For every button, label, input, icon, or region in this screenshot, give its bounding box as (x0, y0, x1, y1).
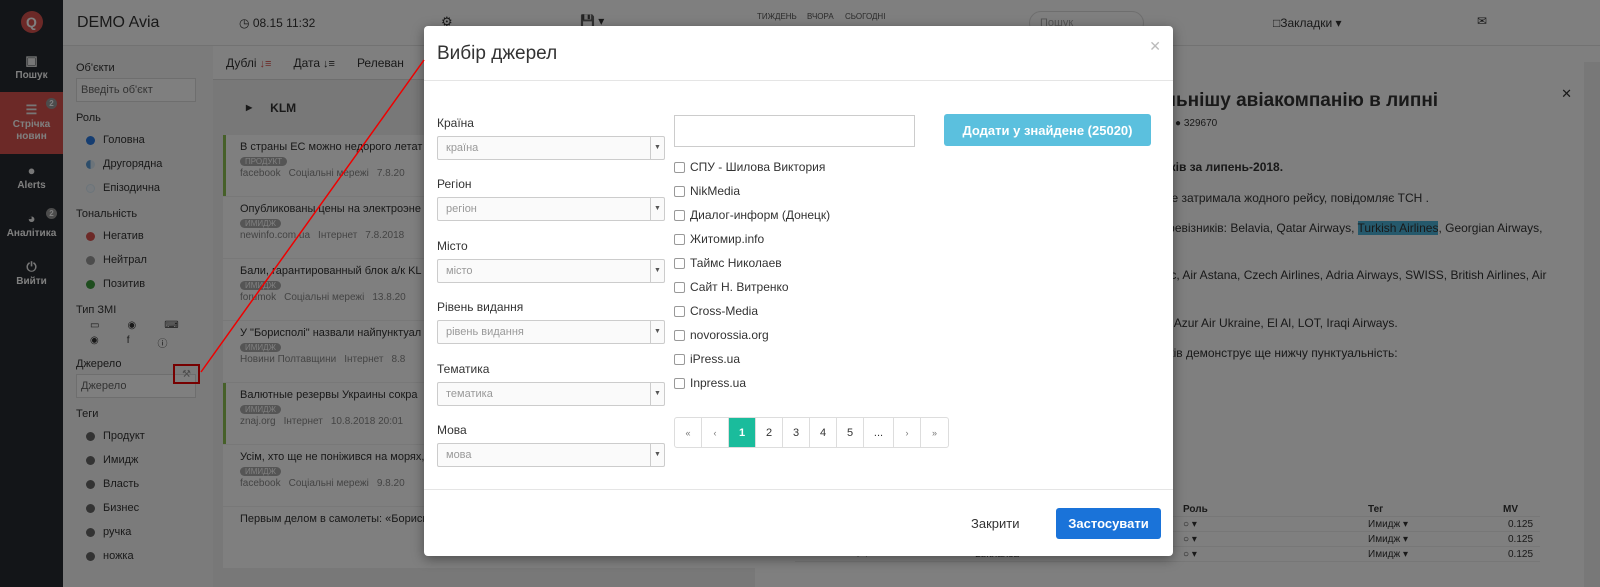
page-3[interactable]: 3 (783, 418, 810, 447)
source-checkbox[interactable]: novorossia.org (674, 328, 769, 342)
source-checkbox[interactable]: Сайт Н. Витренко (674, 280, 789, 294)
page-last[interactable]: » (921, 418, 948, 447)
city-select[interactable]: місто ▼ (437, 259, 665, 283)
source-checkbox[interactable]: NikMedia (674, 184, 740, 198)
language-select[interactable]: мова ▼ (437, 443, 665, 467)
page-1[interactable]: 1 (729, 418, 756, 447)
source-checkbox[interactable]: iPress.ua (674, 352, 740, 366)
caret-down-icon: ▼ (650, 137, 664, 159)
theme-label: Тематика (437, 362, 490, 376)
source-checkbox[interactable]: Inpress.ua (674, 376, 746, 390)
theme-select[interactable]: тематика ▼ (437, 382, 665, 406)
close-icon[interactable]: ✕ (1149, 38, 1161, 55)
modal-footer: Закрити Застосувати (424, 489, 1173, 556)
page-2[interactable]: 2 (756, 418, 783, 447)
source-selection-modal: Вибір джерел ✕ Країна країна ▼ Регіон рег… (424, 26, 1173, 556)
edition-level-select[interactable]: рівень видання ▼ (437, 320, 665, 344)
city-label: Місто (437, 239, 468, 253)
caret-down-icon: ▼ (650, 383, 664, 405)
page-next[interactable]: › (894, 418, 921, 447)
source-search-input[interactable] (674, 115, 915, 147)
source-checkbox[interactable]: Таймс Николаев (674, 256, 782, 270)
pagination: « ‹ 1 2 3 4 5 ... › » (674, 417, 949, 448)
close-button[interactable]: Закрити (971, 508, 1019, 539)
caret-down-icon: ▼ (650, 321, 664, 343)
modal-title: Вибір джерел (437, 43, 558, 64)
page-prev[interactable]: ‹ (702, 418, 729, 447)
source-checkbox[interactable]: Cross-Media (674, 304, 758, 318)
region-select[interactable]: регіон ▼ (437, 197, 665, 221)
country-select[interactable]: країна ▼ (437, 136, 665, 160)
page-4[interactable]: 4 (810, 418, 837, 447)
modal-header: Вибір джерел ✕ (424, 26, 1173, 81)
region-label: Регіон (437, 177, 472, 191)
caret-down-icon: ▼ (650, 198, 664, 220)
caret-down-icon: ▼ (650, 260, 664, 282)
add-to-found-button[interactable]: Додати у знайдене (25020) (944, 114, 1151, 146)
edition-level-label: Рівень видання (437, 300, 524, 314)
source-checkbox[interactable]: Диалог-информ (Донецк) (674, 208, 830, 222)
language-label: Мова (437, 423, 467, 437)
page-first[interactable]: « (675, 418, 702, 447)
source-checkbox[interactable]: Житомир.info (674, 232, 764, 246)
caret-down-icon: ▼ (650, 444, 664, 466)
page-5[interactable]: 5 (837, 418, 864, 447)
country-label: Країна (437, 116, 474, 130)
page-ellipsis[interactable]: ... (864, 418, 894, 447)
source-checkbox[interactable]: СПУ - Шилова Виктория (674, 160, 825, 174)
apply-button[interactable]: Застосувати (1056, 508, 1161, 539)
